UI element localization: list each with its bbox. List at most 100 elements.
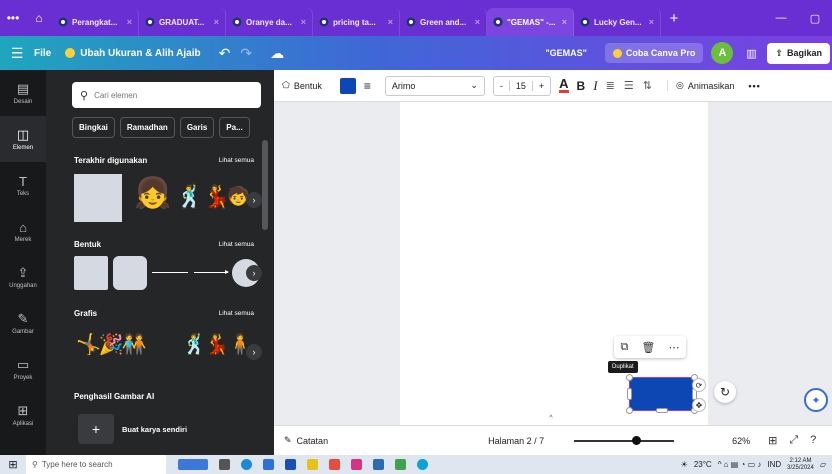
folder-icon[interactable] [307,459,318,470]
text-color-icon[interactable]: A [559,77,569,93]
search-input[interactable] [94,90,245,100]
shape-button[interactable]: ⬠ Bentuk [282,80,322,91]
panel-scrollbar[interactable] [262,140,268,230]
rail-item-proyek[interactable]: ▭ Proyek [0,346,46,392]
tab-close-icon[interactable]: × [388,17,393,27]
help-icon[interactable]: ? [810,434,816,447]
move-icon[interactable]: ✥ [692,398,706,412]
more-icon[interactable]: ⋯ [668,341,679,354]
rounded-square-shape[interactable] [113,256,147,290]
zoom-percentage[interactable]: 62% [732,436,750,446]
kids-group-graphic[interactable]: 🤸🎉🧑‍🤝‍🧑 [76,332,147,357]
refresh-icon[interactable]: ↻ [714,381,736,403]
page-handle[interactable]: ^ [536,415,566,425]
avatar[interactable]: A [711,42,734,64]
canvas-area[interactable]: ⧉ 🗑 ⋯ Duplikat ⟳ ✥ ↻ ✦ ^ [274,102,832,425]
windows-start-icon[interactable]: ⊞ [0,458,26,471]
tab-close-icon[interactable]: × [301,17,306,27]
create-own-plus-button[interactable]: + [78,414,114,444]
resize-button[interactable]: Ubah Ukuran & Alih Ajaib [65,48,201,59]
file-menu-button[interactable]: File [34,48,51,59]
language-indicator[interactable]: IND [767,460,781,469]
arrow-line-shape[interactable] [194,270,229,274]
tab-close-icon[interactable]: × [649,17,654,27]
chip-ramadhan[interactable]: Ramadhan [119,117,175,138]
browser-tab[interactable]: Oranye da... × [226,8,313,36]
browser-tab[interactable]: GRADUAT... × [139,8,226,36]
rail-item-gambar[interactable]: ✎ Gambar [0,300,46,346]
grid-view-icon[interactable]: ⊞ [768,434,777,447]
fill-color-swatch[interactable] [339,77,356,94]
tab-close-icon[interactable]: × [127,17,132,27]
font-size-value[interactable]: 15 [508,80,533,91]
chip-bingkai[interactable]: Bingkai [72,117,115,138]
rail-item-merek[interactable]: ⌂ Merek [0,208,46,254]
tab-close-icon[interactable]: × [562,17,567,27]
app-icon[interactable] [329,459,340,470]
chip-more[interactable]: Pa... [219,117,250,138]
store-icon[interactable] [285,459,296,470]
zoom-slider[interactable] [574,435,675,445]
rail-item-aplikasi[interactable]: ⊞ Aplikasi [0,392,46,438]
app-icon[interactable] [351,459,362,470]
weather-temp[interactable]: 23°C [694,460,712,469]
tab-close-icon[interactable]: × [475,17,480,27]
ghost-girl-graphic[interactable]: 👧 [134,176,171,211]
kids-dancing-graphic[interactable]: 🕺💃🧍 [182,332,253,357]
rail-item-desain[interactable]: ▤ Desain [0,70,46,116]
zoom-slider-knob[interactable] [632,435,642,445]
see-all-shapes-link[interactable]: Lihat semua [219,241,254,248]
recent-square-element[interactable] [74,174,122,222]
create-own-label[interactable]: Buat karya sendiri [122,425,187,434]
search-box[interactable]: ⚲ [72,82,261,108]
font-family-select[interactable]: Arimo ⌄ [384,75,485,96]
browser-menu-icon[interactable]: ••• [0,11,26,25]
tray-icons[interactable]: ^ ⌂ ▤ ◔ ▭ ♪ [718,460,762,469]
chip-garis[interactable]: Garis [179,117,215,138]
square-shape[interactable] [74,256,108,290]
rail-item-teks[interactable]: T Teks [0,162,46,208]
decrease-size-button[interactable]: - [494,81,509,91]
selected-blue-rectangle[interactable] [626,374,698,414]
notifications-icon[interactable]: ▱ [820,460,826,469]
app-icon[interactable] [373,459,384,470]
animate-button[interactable]: ◎ Animasikan [666,80,734,91]
taskbar-search[interactable]: ⚲ Type here to search [26,455,166,474]
alignment-list-spacing-icons[interactable]: ≣ ☰ ⇅ [606,79,655,92]
page-indicator[interactable]: Halaman 2 / 7 [488,436,544,446]
home-icon[interactable]: ⌂ [26,11,52,25]
line-shape[interactable] [152,272,188,273]
clock[interactable]: 2:12 AM 3/25/2024 [787,458,814,472]
see-all-graphics-link[interactable]: Lihat semua [219,310,254,317]
edge-icon[interactable] [241,459,252,470]
resize-handle-left[interactable] [627,388,632,400]
hamburger-menu-icon[interactable]: ☰ [0,45,34,62]
news-widget-icon[interactable] [178,459,208,470]
delete-icon[interactable]: 🗑 [641,341,655,354]
task-view-icon[interactable] [219,459,230,470]
minimize-button[interactable]: — [764,12,798,24]
document-title[interactable]: "GEMAS" [545,48,587,58]
resize-handle-bottom-left[interactable] [626,407,633,414]
kids-playing-graphic[interactable]: 🕺💃 [176,184,231,210]
explorer-icon[interactable] [263,459,274,470]
try-pro-button[interactable]: Coba Canva Pro [604,43,704,63]
browser-tab[interactable]: Green and... × [400,8,487,36]
resize-handle-bottom[interactable] [656,408,668,413]
fullscreen-icon[interactable]: ⤢ [789,434,798,447]
chrome-icon[interactable] [417,459,428,470]
chevron-right-icon[interactable]: › [246,344,262,360]
more-options-button[interactable]: ••• [748,81,760,91]
browser-tab[interactable]: pricing ta... × [313,8,400,36]
border-style-icon[interactable]: ≡ [364,79,371,93]
tab-close-icon[interactable]: × [214,17,219,27]
magic-assistant-icon[interactable]: ✦ [804,388,828,412]
see-all-recent-link[interactable]: Lihat semua [219,157,254,164]
maximize-button[interactable]: ▢ [798,12,832,25]
app-icon[interactable] [395,459,406,470]
insights-icon[interactable]: ▥ [741,47,761,60]
browser-tab[interactable]: "GEMAS" -... × [487,8,574,36]
bold-icon[interactable]: B [577,79,586,93]
chevron-right-icon[interactable]: › [246,265,262,281]
share-button[interactable]: ⇪ Bagikan [767,42,830,64]
